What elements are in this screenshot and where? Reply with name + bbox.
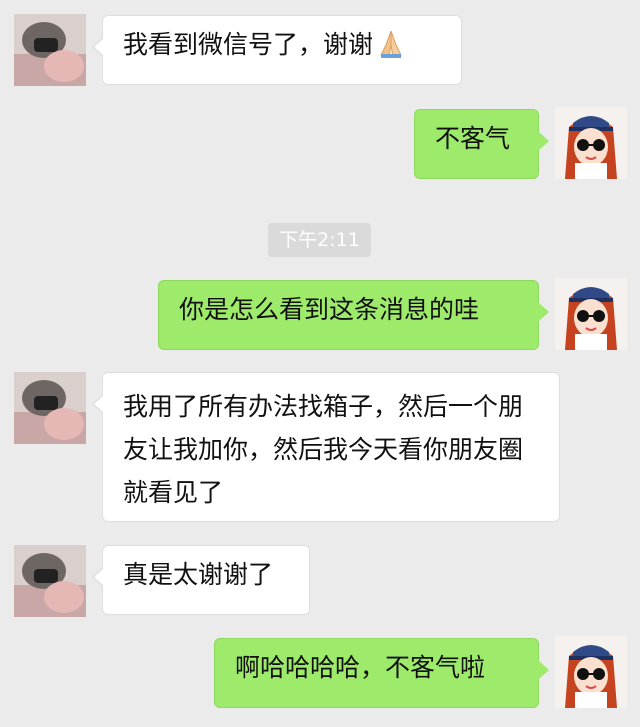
message-bubble[interactable]: 真是太谢谢了 (92, 545, 310, 615)
message-text: 我用了所有办法找箱子，然后一个朋友让我加你，然后我今天看你朋友圈就看见了 (123, 392, 524, 507)
timestamp: 下午2:11 (268, 223, 371, 257)
message-text: 不客气 (435, 124, 511, 153)
message-bubble[interactable]: 啊哈哈哈哈，不客气啦 (214, 638, 549, 708)
self-avatar[interactable] (555, 278, 627, 350)
message-bubble[interactable]: 你是怎么看到这条消息的哇 (158, 280, 549, 350)
message-bubble[interactable]: 我用了所有办法找箱子，然后一个朋友让我加你，然后我今天看你朋友圈就看见了 (92, 372, 560, 522)
contact-avatar[interactable] (14, 14, 86, 86)
message-text: 真是太谢谢了 (123, 560, 274, 589)
message-text: 你是怎么看到这条消息的哇 (179, 295, 480, 324)
message-bubble[interactable]: 不客气 (414, 109, 549, 179)
contact-avatar[interactable] (14, 545, 86, 617)
folded-hands-emoji-icon (375, 29, 407, 72)
self-avatar[interactable] (555, 636, 627, 708)
message-text: 我看到微信号了，谢谢 (123, 30, 374, 59)
self-avatar[interactable] (555, 107, 627, 179)
message-bubble[interactable]: 我看到微信号了，谢谢 (92, 15, 462, 85)
message-text: 啊哈哈哈哈，不客气啦 (235, 653, 486, 682)
contact-avatar[interactable] (14, 372, 86, 444)
